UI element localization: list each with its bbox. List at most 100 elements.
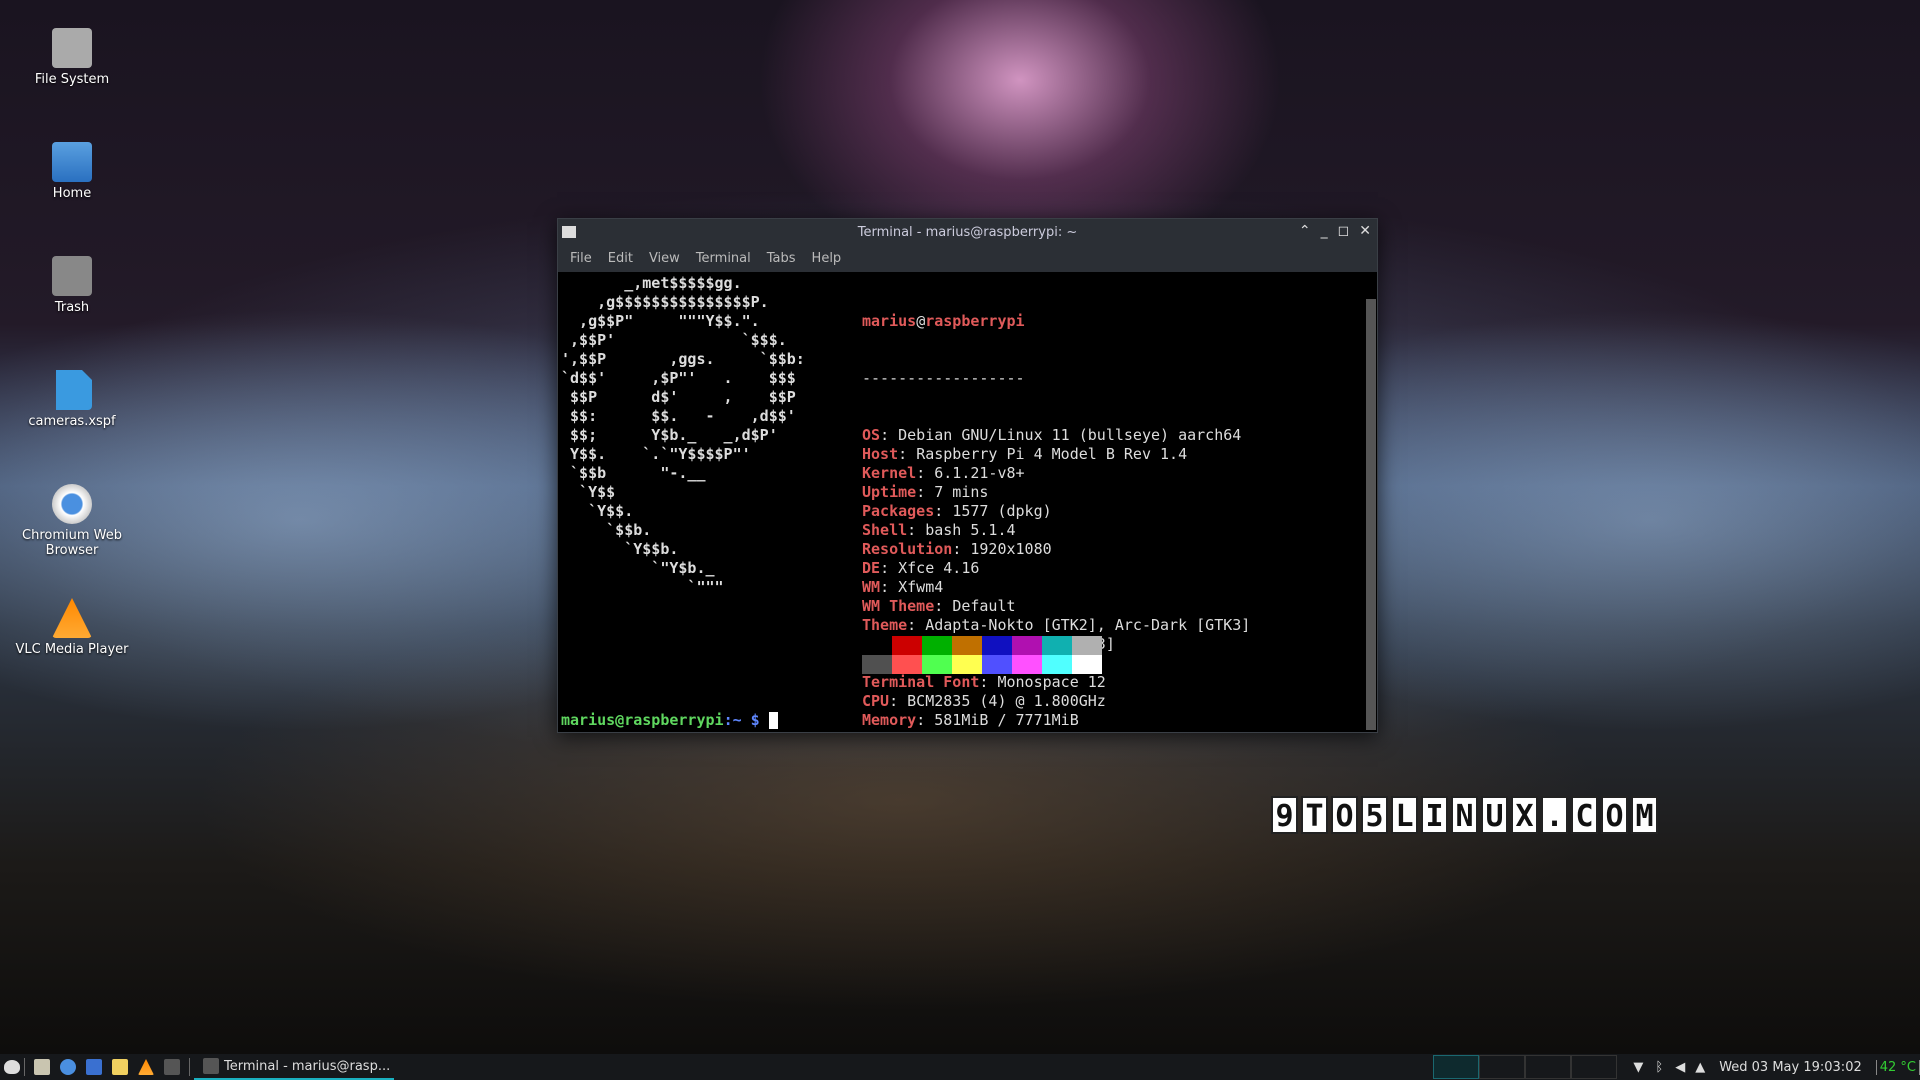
info-value: Xfce 4.16 <box>898 559 980 577</box>
logo-line: `Y$$. <box>561 502 634 520</box>
info-row: Host: Raspberry Pi 4 Model B Rev 1.4 <box>862 445 1188 463</box>
user: marius <box>862 312 917 330</box>
info-key: WM <box>862 578 881 596</box>
info-row: Packages: 1577 (dpkg) <box>862 502 1052 520</box>
task-label: Terminal - marius@rasp... <box>224 1058 391 1074</box>
terminal-launcher-icon[interactable] <box>164 1059 180 1075</box>
workspace-2[interactable] <box>1479 1055 1526 1079</box>
window-title: Terminal - marius@raspberrypi: ~ <box>857 224 1078 240</box>
info-value: 1577 (dpkg) <box>952 502 1052 520</box>
workspace-4[interactable] <box>1571 1055 1618 1079</box>
terminal-window[interactable]: Terminal - marius@raspberrypi: ~ ⌃ _ ◻ ✕… <box>557 218 1378 733</box>
color-swatch <box>1072 636 1102 655</box>
workspace-switcher[interactable] <box>1433 1055 1618 1079</box>
info-value: BCM2835 (4) @ 1.800GHz <box>907 692 1106 710</box>
workspace-1[interactable] <box>1433 1055 1480 1079</box>
logo-line: `""" <box>561 578 724 596</box>
watermark-letter: X <box>1511 796 1538 834</box>
menu-tabs[interactable]: Tabs <box>767 251 796 266</box>
info-value: Xfwm4 <box>898 578 944 596</box>
trash-icon <box>52 256 92 296</box>
chromium-icon[interactable] <box>60 1059 76 1075</box>
watermark: 9TO5LINUX.COM <box>1271 796 1658 834</box>
color-swatch <box>982 655 1012 674</box>
menu-file[interactable]: File <box>570 251 592 266</box>
info-key: Terminal Font <box>862 673 980 691</box>
clock[interactable]: Wed 03 May 19:03:02 <box>1719 1060 1862 1075</box>
logo-line: Y$$. `.`"Y$$$$P"' <box>561 445 751 463</box>
desktop-icon[interactable]: VLC Media Player <box>12 598 132 657</box>
info-value: 6.1.21-v8+ <box>934 464 1025 482</box>
logo-line: $$: $$. - ,d$$' <box>561 407 796 425</box>
info-key: Theme <box>862 616 908 634</box>
volume-icon[interactable]: ◀ <box>1675 1060 1685 1075</box>
text-editor-icon[interactable] <box>112 1059 128 1075</box>
minimize-icon[interactable]: _ <box>1321 223 1328 239</box>
desktop-icon[interactable]: File System <box>12 28 132 87</box>
info-row: Kernel: 6.1.21-v8+ <box>862 464 1025 482</box>
color-swatch <box>862 655 892 674</box>
logo-line: $$P d$' , $$P <box>561 388 796 406</box>
drive-icon <box>52 28 92 68</box>
color-swatch <box>1012 655 1042 674</box>
playlist-file-icon <box>56 370 92 410</box>
color-swatch <box>1042 636 1072 655</box>
info-value: Debian GNU/Linux 11 (bullseye) aarch64 <box>898 426 1242 444</box>
info-value: Raspberry Pi 4 Model B Rev 1.4 <box>916 445 1188 463</box>
logo-line: `$$b "-.__ <box>561 464 706 482</box>
color-swatch <box>1012 636 1042 655</box>
info-row: Uptime: 7 mins <box>862 483 989 501</box>
cpu-temperature: 42 °C <box>1875 1059 1920 1075</box>
desktop-icon[interactable]: Chromium Web Browser <box>12 484 132 558</box>
taskbar-task-terminal[interactable]: Terminal - marius@rasp... <box>194 1054 394 1080</box>
maximize-icon[interactable]: ◻ <box>1338 223 1350 239</box>
text-cursor <box>768 712 778 729</box>
logo-line: `"Y$b._ <box>561 559 715 577</box>
desktop-icon-label: File System <box>34 72 110 87</box>
logo-line: ',$$P ,ggs. `$$b: <box>561 350 805 368</box>
title-bar[interactable]: Terminal - marius@raspberrypi: ~ ⌃ _ ◻ ✕ <box>558 219 1377 245</box>
watermark-letter: U <box>1481 796 1508 834</box>
desktop-icon[interactable]: Home <box>12 142 132 201</box>
chromium-icon <box>52 484 92 524</box>
logo-line: _,met$$$$$gg. <box>561 274 742 292</box>
scrollbar[interactable] <box>1366 299 1376 730</box>
wifi-icon[interactable]: ▼ <box>1633 1060 1643 1075</box>
bluetooth-icon[interactable]: ᛒ <box>1655 1060 1663 1075</box>
home-folder-icon <box>52 142 92 182</box>
info-value: Default <box>952 597 1016 615</box>
whisker-menu-icon[interactable] <box>4 1060 20 1074</box>
watermark-letter: M <box>1631 796 1658 834</box>
logo-line: ,g$$$$$$$$$$$$$$$P. <box>561 293 769 311</box>
taskbar: Terminal - marius@rasp... ▼ ᛒ ◀ ▲ Wed 03… <box>0 1054 1920 1080</box>
vlc-icon[interactable] <box>138 1059 154 1075</box>
info-key: OS <box>862 426 881 444</box>
terminal-output[interactable]: _,met$$$$$gg. ,g$$$$$$$$$$$$$$$P. ,g$$P"… <box>561 274 1363 732</box>
menu-terminal[interactable]: Terminal <box>696 251 751 266</box>
shade-icon[interactable]: ⌃ <box>1299 223 1311 239</box>
color-swatch <box>922 655 952 674</box>
info-row: Resolution: 1920x1080 <box>862 540 1052 558</box>
info-key: DE <box>862 559 881 577</box>
prompt-symbol: $ <box>741 711 769 729</box>
desktop-icon[interactable]: cameras.xspf <box>12 370 132 429</box>
info-row: Terminal Font: Monospace 12 <box>862 673 1106 691</box>
notification-bell-icon[interactable]: ▲ <box>1695 1060 1705 1075</box>
file-manager-icon[interactable] <box>34 1059 50 1075</box>
calculator-icon[interactable] <box>86 1059 102 1075</box>
color-swatch <box>1042 655 1072 674</box>
workspace-3[interactable] <box>1525 1055 1572 1079</box>
info-key: Uptime <box>862 483 917 501</box>
color-swatch <box>862 636 892 655</box>
prompt-path: :~ <box>723 711 742 729</box>
watermark-letter: I <box>1421 796 1448 834</box>
info-key: Packages <box>862 502 935 520</box>
menu-help[interactable]: Help <box>812 251 842 266</box>
menu-view[interactable]: View <box>649 251 680 266</box>
info-value: Adapta-Nokto [GTK2], Arc-Dark [GTK3] <box>925 616 1251 634</box>
desktop-icon[interactable]: Trash <box>12 256 132 315</box>
close-icon[interactable]: ✕ <box>1359 223 1371 239</box>
watermark-letter: O <box>1601 796 1628 834</box>
color-swatch <box>952 655 982 674</box>
menu-edit[interactable]: Edit <box>608 251 633 266</box>
